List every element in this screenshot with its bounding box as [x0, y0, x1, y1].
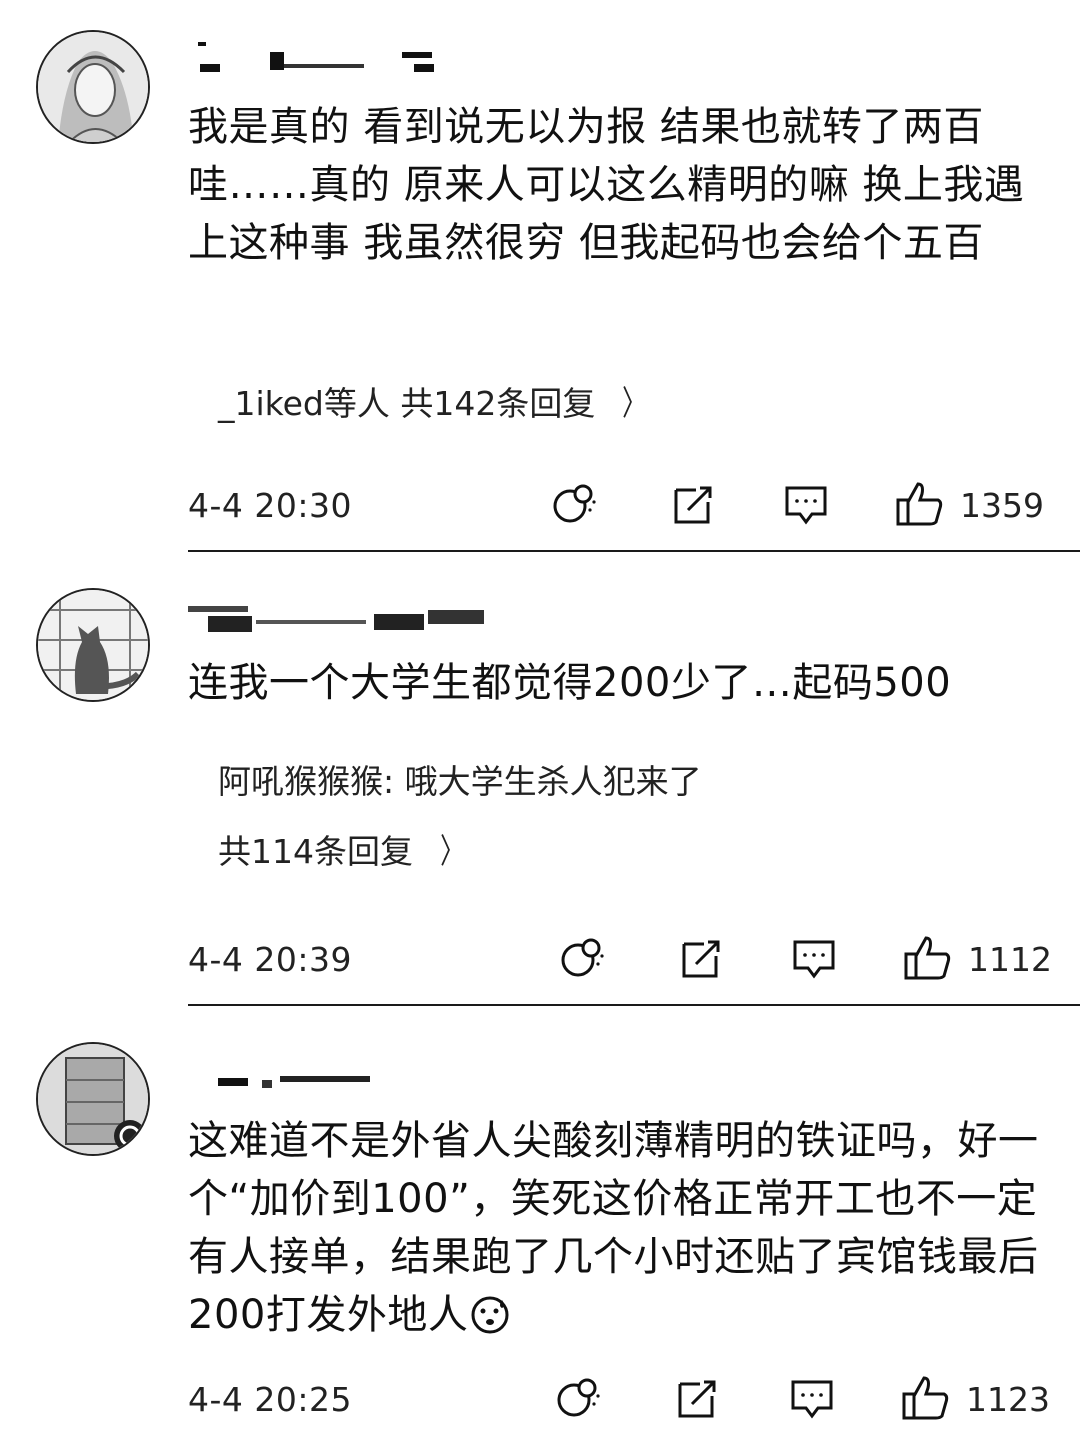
comment-text-body: 这难道不是外省人尖酸刻薄精明的铁证吗，好一个“加价到100”，笑死这价格正常开工… — [188, 1118, 1039, 1338]
comment-text: 我是真的 看到说无以为报 结果也就转了两百 哇……真的 原来人可以这么精明的嘛 … — [188, 104, 1025, 266]
redacted-name-graphic — [188, 606, 484, 632]
reply-summary-link[interactable]: _1iked等人 共142条回复〉 — [218, 384, 651, 424]
comment-divider — [188, 1004, 1080, 1006]
reply-text: 哦大学生杀人犯来了 — [404, 762, 702, 801]
avatar[interactable] — [36, 1042, 150, 1156]
share-icon[interactable] — [674, 1374, 722, 1422]
avatar-image — [38, 1044, 148, 1154]
chevron-right-icon: 〉 — [440, 832, 464, 872]
reply-icon[interactable] — [790, 934, 838, 982]
dislike-bubble-icon[interactable] — [554, 1374, 602, 1422]
thumbs-up-icon[interactable] — [902, 934, 951, 982]
redacted-name-graphic — [198, 42, 434, 72]
like-count: 1112 — [968, 940, 1052, 979]
reply-summary-text: _1iked等人 共142条回复 — [218, 384, 596, 423]
comment-time: 4-4 20:25 — [188, 1380, 352, 1419]
comment-meta: 4-4 20:25 1123 — [188, 1374, 1050, 1424]
comment-text: 这难道不是外省人尖酸刻薄精明的铁证吗，好一个“加价到100”，笑死这价格正常开工… — [188, 1112, 1043, 1350]
username-redacted[interactable] — [188, 596, 488, 636]
share-icon[interactable] — [670, 480, 718, 528]
thumbs-up-icon[interactable] — [900, 1374, 949, 1422]
comment-divider — [188, 550, 1080, 552]
username-redacted[interactable] — [188, 1072, 488, 1112]
thumbs-up-icon[interactable] — [894, 480, 943, 528]
username-redacted[interactable] — [188, 38, 488, 78]
avatar-image — [38, 32, 148, 142]
chevron-right-icon: 〉 — [622, 384, 647, 424]
like-count: 1123 — [966, 1380, 1050, 1419]
reply-icon[interactable] — [788, 1374, 836, 1422]
comment-time: 4-4 20:30 — [188, 486, 352, 525]
avatar[interactable] — [36, 30, 150, 144]
reply-preview[interactable]: 阿吼猴猴猴: 哦大学生杀人犯来了 — [218, 762, 702, 802]
redacted-name-graphic — [218, 1076, 370, 1088]
comment-text: 连我一个大学生都觉得200少了…起码500 — [188, 660, 952, 706]
reply-summary-link[interactable]: 共114条回复〉 — [218, 832, 469, 872]
reply-author: 阿吼猴猴猴: — [218, 762, 405, 801]
like-count: 1359 — [960, 486, 1044, 525]
sweat-face-icon — [470, 1292, 510, 1350]
avatar[interactable] — [36, 588, 150, 702]
comment-meta: 4-4 20:39 1112 — [188, 934, 1052, 984]
comment-meta: 4-4 20:30 1359 — [188, 480, 1048, 530]
comment-time: 4-4 20:39 — [188, 940, 352, 979]
dislike-bubble-icon[interactable] — [558, 934, 606, 982]
reply-summary-text: 共114条回复 — [218, 832, 413, 871]
avatar-image — [38, 590, 148, 700]
share-icon[interactable] — [678, 934, 726, 982]
reply-icon[interactable] — [782, 480, 830, 528]
dislike-bubble-icon[interactable] — [550, 480, 598, 528]
